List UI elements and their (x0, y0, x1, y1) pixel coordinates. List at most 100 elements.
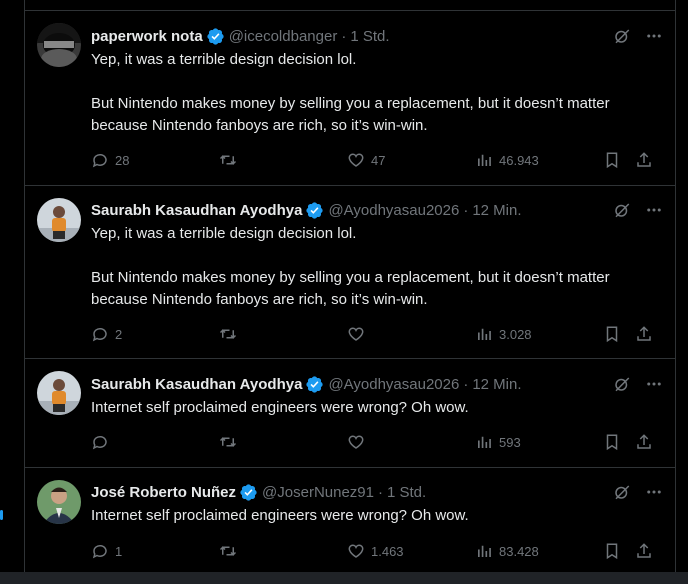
views-button[interactable]: 3.028 (475, 324, 532, 344)
retweet-button[interactable] (219, 541, 243, 561)
display-name[interactable]: Saurabh Kasaudhan Ayodhya (91, 202, 302, 219)
bookmark-icon (606, 434, 618, 451)
like-icon (348, 544, 364, 558)
bookmark-icon (606, 543, 618, 560)
views-button[interactable]: 593 (475, 432, 521, 452)
tweet-header: Saurabh Kasaudhan Ayodhya @Ayodhyasau202… (91, 199, 663, 221)
bookmark-button[interactable] (603, 150, 621, 170)
tweet-text: Internet self proclaimed engineers were … (91, 505, 661, 527)
display-name[interactable]: José Roberto Nuñez (91, 484, 236, 501)
bookmark-button[interactable] (603, 432, 621, 452)
handle[interactable]: @Ayodhyasau2026 (328, 202, 459, 219)
separator: · (341, 27, 347, 45)
like-count: 47 (371, 152, 386, 168)
verified-badge-icon (306, 375, 324, 393)
reply-button[interactable]: 1 (91, 541, 122, 561)
bookmark-icon (606, 326, 618, 343)
reply-icon (92, 435, 107, 450)
grok-icon[interactable] (613, 201, 631, 219)
timeline: paperwork nota @icecoldbanger · 1 Std. Y… (24, 0, 676, 572)
like-count: 1.463 (371, 543, 404, 559)
reply-count: 2 (115, 326, 123, 342)
grok-icon[interactable] (613, 27, 631, 45)
tweet[interactable]: Saurabh Kasaudhan Ayodhya @Ayodhyasau202… (25, 186, 675, 359)
share-icon (637, 326, 651, 341)
tweet-actions: 593 (91, 432, 663, 452)
handle[interactable]: @Ayodhyasau2026 (328, 376, 459, 393)
like-button[interactable] (347, 432, 371, 452)
bookmark-button[interactable] (603, 324, 621, 344)
reply-button[interactable]: 28 (91, 150, 129, 170)
display-name[interactable]: paperwork nota (91, 28, 203, 45)
avatar[interactable] (37, 198, 81, 242)
reply-icon (92, 544, 107, 559)
tweet-paragraph: Internet self proclaimed engineers were … (91, 507, 469, 524)
avatar[interactable] (37, 23, 81, 67)
tweet[interactable]: paperwork nota @icecoldbanger · 1 Std. Y… (25, 11, 675, 186)
more-icon[interactable] (645, 375, 663, 393)
tweet-paragraph: Yep, it was a terrible design decision l… (91, 51, 357, 68)
tweet-actions: 28 47 46.943 (91, 150, 663, 170)
tweet-paragraph: Yep, it was a terrible design decision l… (91, 225, 357, 242)
like-button[interactable] (347, 324, 371, 344)
verified-badge-icon (306, 201, 324, 219)
grok-icon[interactable] (613, 483, 631, 501)
tweet[interactable]: José Roberto Nuñez @JoserNunez91 · 1 Std… (25, 468, 675, 578)
retweet-icon (219, 155, 237, 165)
like-button[interactable]: 47 (347, 150, 385, 170)
handle[interactable]: @JoserNunez91 (262, 484, 374, 501)
retweet-button[interactable] (219, 324, 243, 344)
view-count: 593 (499, 434, 521, 450)
more-icon[interactable] (645, 201, 663, 219)
tweet[interactable]: Saurabh Kasaudhan Ayodhya @Ayodhyasau202… (25, 359, 675, 468)
more-icon[interactable] (645, 483, 663, 501)
retweet-icon (219, 437, 237, 447)
reply-count: 28 (115, 152, 130, 168)
timestamp[interactable]: 1 Std. (387, 484, 426, 501)
tweet-actions: 2 3.028 (91, 324, 663, 344)
tweet-paragraph: But Nintendo makes money by selling you … (91, 269, 610, 308)
timestamp[interactable]: 12 Min. (472, 202, 521, 219)
sidebar-indicator (0, 510, 3, 520)
grok-icon[interactable] (613, 375, 631, 393)
views-button[interactable]: 46.943 (475, 150, 539, 170)
reply-icon (92, 327, 107, 342)
separator: · (463, 375, 469, 393)
tweet-paragraph: But Nintendo makes money by selling you … (91, 95, 610, 134)
like-button[interactable]: 1.463 (347, 541, 404, 561)
share-button[interactable] (635, 324, 653, 344)
more-icon[interactable] (645, 27, 663, 45)
retweet-icon (219, 329, 237, 339)
tweet-header: paperwork nota @icecoldbanger · 1 Std. (91, 25, 663, 47)
views-button[interactable]: 83.428 (475, 541, 539, 561)
like-icon (348, 327, 364, 341)
avatar[interactable] (37, 371, 81, 415)
separator: · (377, 483, 383, 501)
tweet-paragraph: Internet self proclaimed engineers were … (91, 399, 469, 416)
views-icon (478, 545, 491, 557)
views-icon (478, 436, 491, 448)
views-icon (478, 154, 491, 166)
view-count: 46.943 (499, 152, 539, 168)
tweet-text: Yep, it was a terrible design decision l… (91, 49, 661, 137)
share-button[interactable] (635, 541, 653, 561)
like-icon (348, 435, 364, 449)
retweet-button[interactable] (219, 150, 243, 170)
timestamp[interactable]: 12 Min. (472, 376, 521, 393)
bookmark-button[interactable] (603, 541, 621, 561)
reply-button[interactable]: 2 (91, 324, 122, 344)
share-button[interactable] (635, 432, 653, 452)
tweet-actions: 1 1.463 83.428 (91, 541, 663, 561)
taskbar-edge (0, 572, 688, 584)
share-icon (637, 152, 651, 167)
share-button[interactable] (635, 150, 653, 170)
reply-button[interactable] (91, 432, 115, 452)
share-icon (637, 434, 651, 449)
avatar[interactable] (37, 480, 81, 524)
display-name[interactable]: Saurabh Kasaudhan Ayodhya (91, 376, 302, 393)
tweet-header: José Roberto Nuñez @JoserNunez91 · 1 Std… (91, 481, 663, 503)
share-icon (637, 543, 651, 558)
timestamp[interactable]: 1 Std. (350, 28, 389, 45)
retweet-button[interactable] (219, 432, 243, 452)
handle[interactable]: @icecoldbanger (229, 28, 338, 45)
